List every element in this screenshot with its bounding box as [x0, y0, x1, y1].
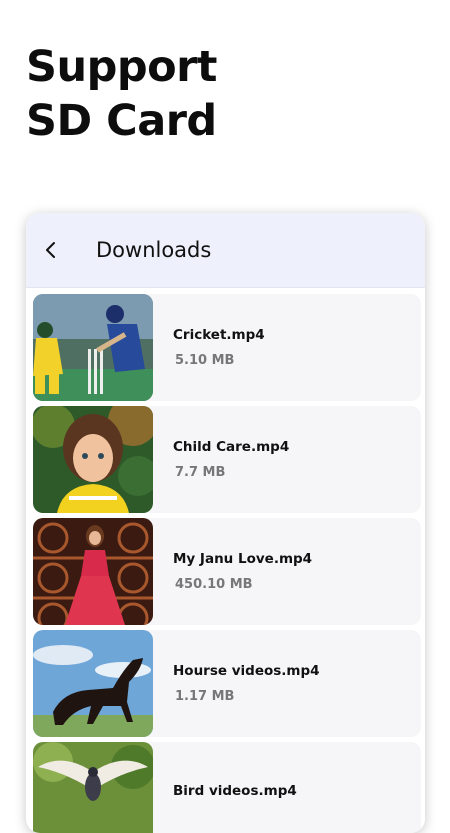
- file-list: Cricket.mp4 5.10 MB Child Care.mp4 7.7 M…: [26, 288, 425, 833]
- file-name: Child Care.mp4: [173, 439, 290, 455]
- horse-thumbnail: [33, 630, 153, 737]
- headline-line-2: SD Card: [26, 96, 217, 146]
- file-size: 1.17 MB: [175, 689, 235, 704]
- woman-red-dress-thumbnail: [33, 518, 153, 625]
- file-row[interactable]: Bird videos.mp4: [33, 742, 421, 833]
- screen-title: Downloads: [96, 238, 212, 262]
- file-row[interactable]: Cricket.mp4 5.10 MB: [33, 294, 421, 401]
- file-row[interactable]: Child Care.mp4 7.7 MB: [33, 406, 421, 513]
- bird-thumbnail: [33, 742, 153, 833]
- file-size: 450.10 MB: [175, 577, 253, 592]
- file-name: My Janu Love.mp4: [173, 551, 313, 567]
- headline-line-1: Support: [26, 42, 217, 92]
- cricket-thumbnail: [33, 294, 153, 401]
- child-portrait-thumbnail: [33, 406, 153, 513]
- file-size: 7.7 MB: [175, 465, 226, 480]
- file-name: Cricket.mp4: [173, 327, 265, 343]
- file-name: Bird videos.mp4: [173, 782, 297, 799]
- file-row[interactable]: My Janu Love.mp4 450.10 MB: [33, 518, 421, 625]
- file-name: Hourse videos.mp4: [173, 663, 320, 679]
- downloads-screen: Downloads Cricket.mp4 5.10 MB Child Care…: [26, 213, 425, 833]
- app-bar: Downloads: [26, 213, 425, 288]
- file-size: 5.10 MB: [175, 353, 235, 368]
- back-button[interactable]: [28, 213, 74, 287]
- headline: Support SD Card: [26, 40, 217, 148]
- chevron-left-icon: [46, 242, 55, 258]
- file-row[interactable]: Hourse videos.mp4 1.17 MB: [33, 630, 421, 737]
